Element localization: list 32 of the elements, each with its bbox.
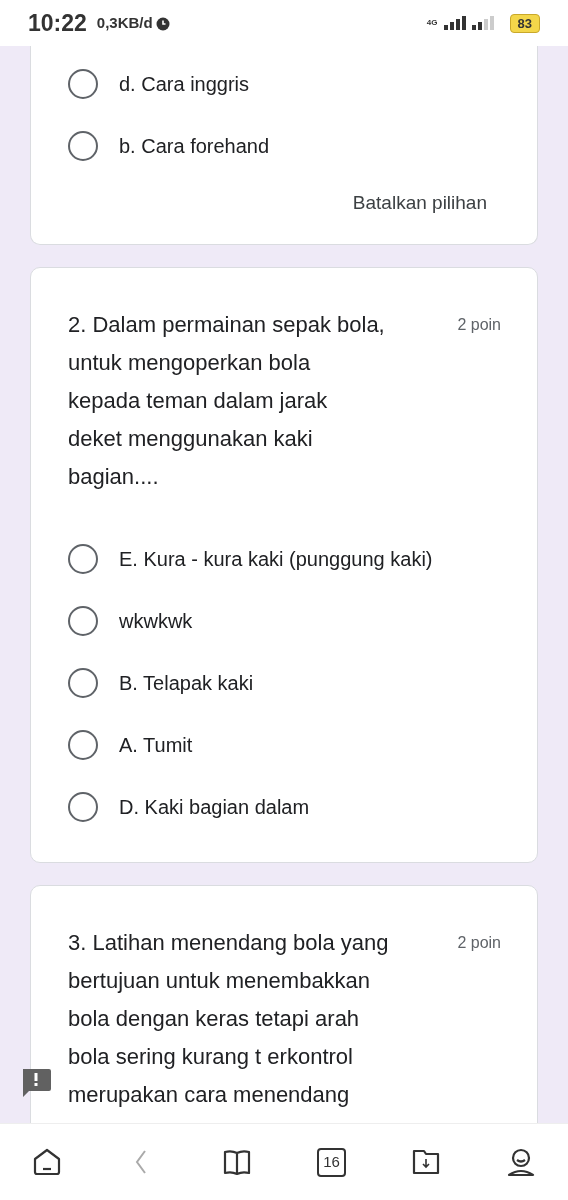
option-label: d. Cara inggris bbox=[119, 72, 250, 97]
radio-button[interactable] bbox=[68, 131, 98, 161]
alarm-icon bbox=[154, 15, 171, 31]
radio-button[interactable] bbox=[68, 667, 98, 698]
signal-icon bbox=[471, 16, 494, 30]
option-label: B. Telapak kaki bbox=[119, 670, 254, 696]
clear-selection-button[interactable]: Batalkan pilihan bbox=[346, 185, 493, 222]
option-label: b. Cara forehand bbox=[119, 134, 270, 159]
option-label: wkwkwk bbox=[119, 608, 193, 634]
book-icon[interactable] bbox=[222, 1147, 252, 1177]
clock-time: 10:22 bbox=[28, 8, 87, 38]
download-folder-icon[interactable] bbox=[411, 1147, 441, 1177]
option-label: D. Kaki bagian dalam bbox=[119, 794, 310, 820]
radio-button[interactable] bbox=[68, 729, 98, 760]
radio-button[interactable] bbox=[68, 605, 98, 636]
data-rate: 0,3KB/d bbox=[96, 12, 153, 33]
signal-icon bbox=[443, 16, 466, 30]
option-label: A. Tumit bbox=[119, 732, 193, 758]
home-icon[interactable] bbox=[32, 1147, 62, 1177]
radio-button[interactable] bbox=[68, 791, 98, 822]
calendar-icon[interactable]: 16 bbox=[317, 1147, 346, 1177]
radio-button[interactable] bbox=[68, 69, 98, 99]
radio-button[interactable] bbox=[68, 543, 98, 574]
option-label: E. Kura - kura kaki (punggung kaki) bbox=[119, 546, 433, 572]
question-text: 3. Latihan menendang bola yang bertujuan untuk menembakkan bola dengan keras tetapi arah bola sering kurang t erkontrol merupakan cara menendang bbox=[68, 928, 389, 1109]
network-type: 4G bbox=[426, 19, 438, 27]
points-label: 2 poin bbox=[457, 314, 501, 335]
profile-icon[interactable] bbox=[506, 1147, 536, 1177]
question-text: 2. Dalam permainan sepak bola, untuk mengoperkan bola kepada teman dalam jarak deket menggunakan kaki bagian.... bbox=[68, 310, 385, 491]
battery-level: 83 bbox=[509, 13, 540, 33]
points-label: 2 poin bbox=[457, 932, 501, 953]
feedback-icon[interactable] bbox=[20, 1068, 52, 1098]
